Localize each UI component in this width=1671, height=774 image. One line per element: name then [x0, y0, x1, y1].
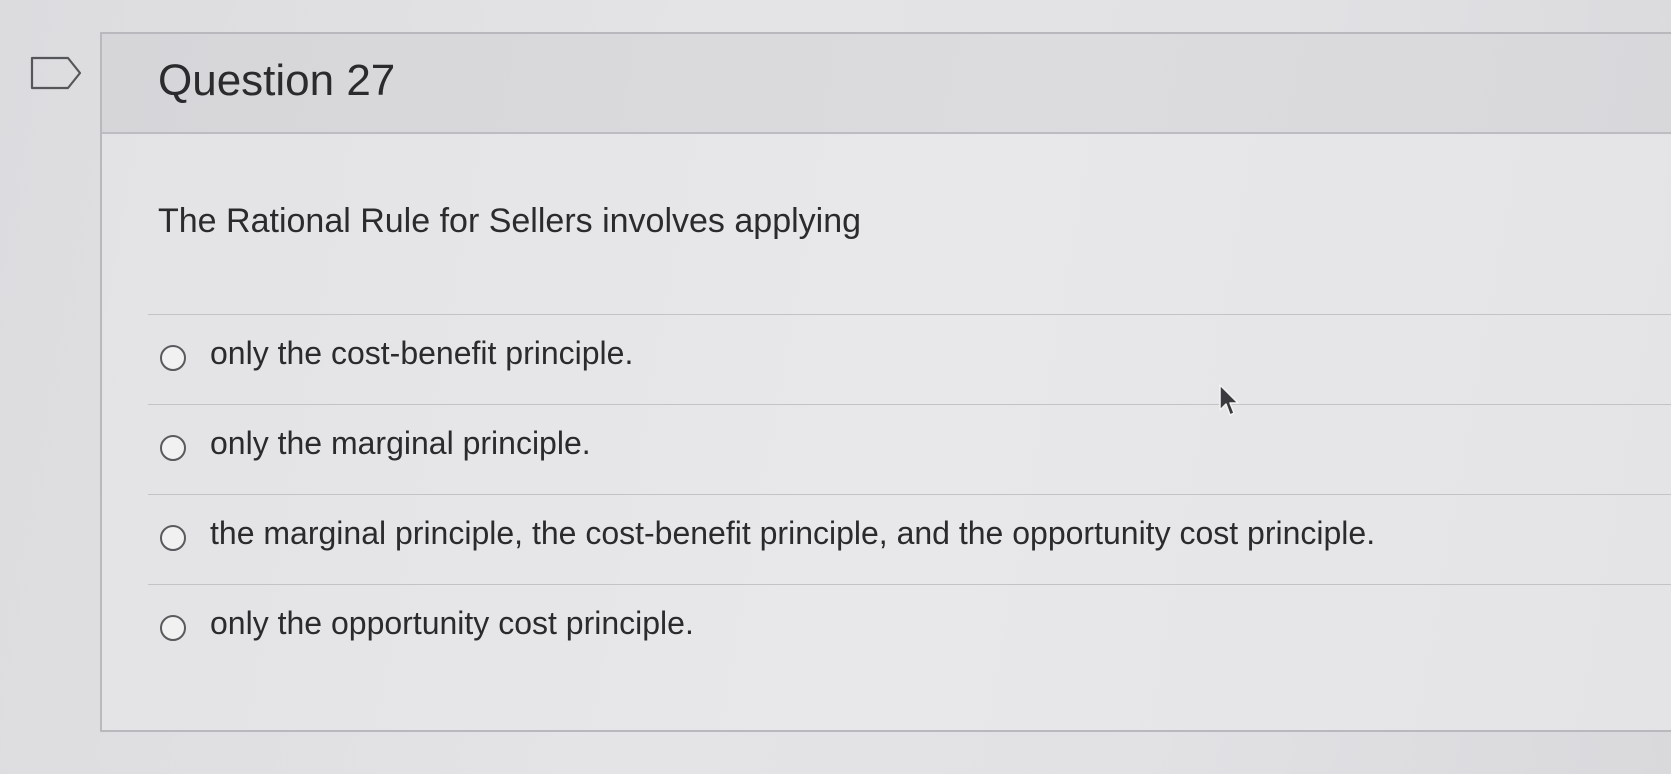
radio-unselected-icon[interactable] — [160, 525, 186, 551]
answer-label: only the marginal principle. — [210, 425, 591, 461]
radio-unselected-icon[interactable] — [160, 435, 186, 461]
flag-question-button[interactable] — [30, 56, 82, 90]
answer-option[interactable]: only the opportunity cost principle. — [148, 584, 1671, 674]
radio-unselected-icon[interactable] — [160, 615, 186, 641]
answer-label: only the opportunity cost principle. — [210, 605, 694, 641]
answer-option[interactable]: only the marginal principle. — [148, 404, 1671, 494]
question-header: Question 27 — [102, 34, 1671, 134]
answer-list: only the cost-benefit principle. only th… — [148, 314, 1671, 674]
answer-option[interactable]: the marginal principle, the cost-benefit… — [148, 494, 1671, 584]
question-title: Question 27 — [158, 56, 396, 105]
answer-option[interactable]: only the cost-benefit principle. — [148, 314, 1671, 404]
flag-icon — [30, 56, 82, 90]
mouse-pointer-icon — [1219, 384, 1239, 416]
answer-label: the marginal principle, the cost-benefit… — [210, 515, 1376, 551]
question-card: Question 27 The Rational Rule for Seller… — [100, 32, 1671, 732]
radio-unselected-icon[interactable] — [160, 345, 186, 371]
answer-label: only the cost-benefit principle. — [210, 335, 634, 371]
question-text: The Rational Rule for Sellers involves a… — [158, 202, 862, 240]
